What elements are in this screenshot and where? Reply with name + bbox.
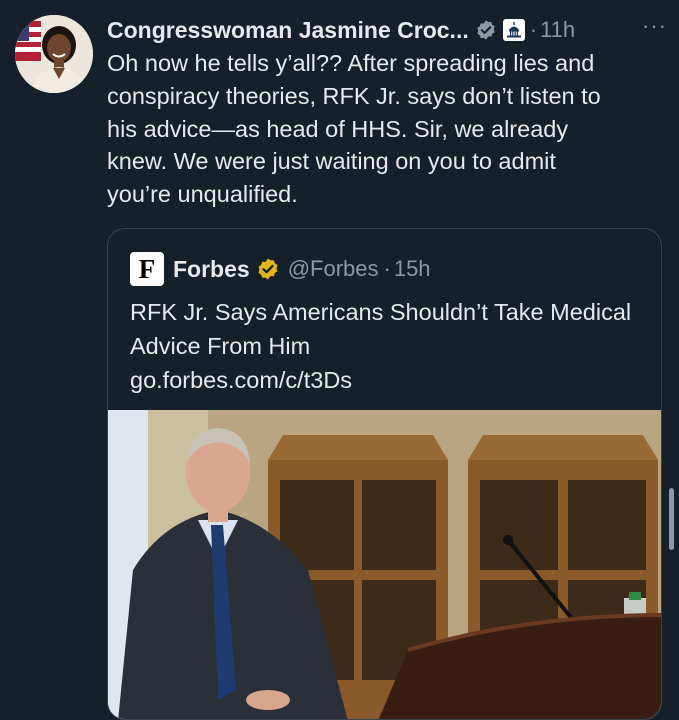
tweet-header: Congresswoman Jasmine Croc... · 11h ··· xyxy=(107,13,667,47)
quoted-header-separator: · xyxy=(383,256,391,281)
hearing-photo xyxy=(108,410,661,719)
quoted-tweet[interactable]: F Forbes @Forbes · 15h RFK Jr. Says Amer… xyxy=(107,228,662,720)
quoted-tweet-text: RFK Jr. Says Americans Shouldn’t Take Me… xyxy=(130,295,650,397)
tweet-timestamp[interactable]: 11h xyxy=(540,17,575,43)
quoted-timestamp[interactable]: 15h xyxy=(394,256,431,282)
avatar[interactable] xyxy=(15,15,93,93)
scrollbar[interactable] xyxy=(669,488,674,550)
header-separator: · xyxy=(529,17,538,42)
avatar-photo xyxy=(15,15,93,93)
quoted-headline: RFK Jr. Says Americans Shouldn’t Take Me… xyxy=(130,299,632,359)
quoted-tweet-header: F Forbes @Forbes · 15h xyxy=(130,251,431,287)
verified-badge-icon xyxy=(477,20,495,40)
capitol-building-icon xyxy=(502,19,525,41)
author-name[interactable]: Congresswoman Jasmine Croc... xyxy=(107,17,469,44)
quoted-link[interactable]: go.forbes.com/c/t3Ds xyxy=(130,363,650,397)
quoted-author-name[interactable]: Forbes xyxy=(173,256,250,283)
gold-verified-badge-icon xyxy=(258,258,278,280)
tweet-text: Oh now he tells y’all?? After spreading … xyxy=(107,50,601,208)
quoted-author-handle[interactable]: @Forbes xyxy=(288,256,379,282)
quoted-tweet-image[interactable] xyxy=(108,410,661,719)
forbes-logo[interactable]: F xyxy=(130,252,164,286)
tweet[interactable]: Congresswoman Jasmine Croc... · 11h ··· … xyxy=(0,0,679,720)
more-options-icon[interactable]: ··· xyxy=(642,13,667,39)
